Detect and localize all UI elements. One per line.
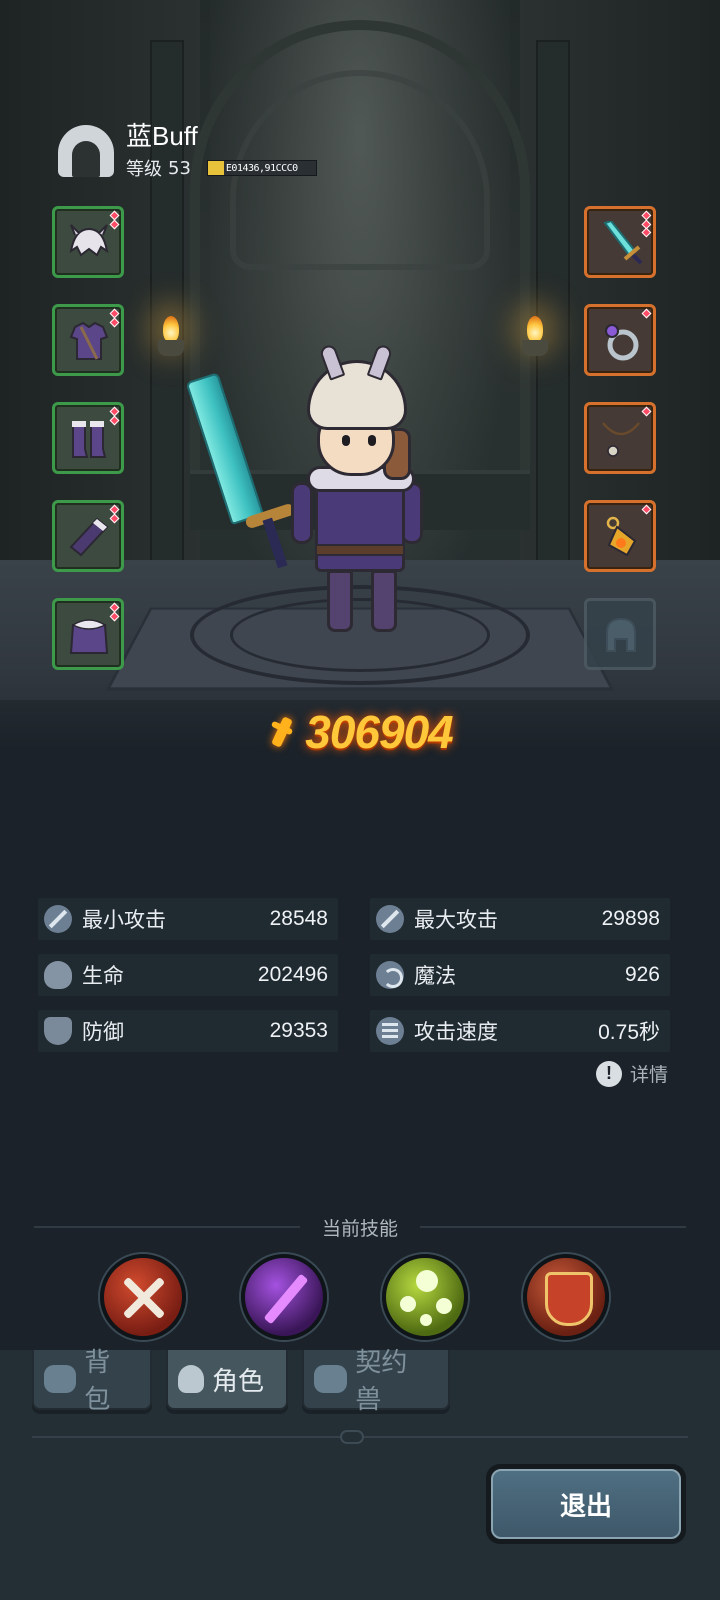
character-helmet [307, 343, 407, 430]
skill-slot-2[interactable] [241, 1254, 327, 1340]
equip-slot-mount[interactable] [584, 598, 656, 670]
stat-attack-speed: 攻击速度 0.75秒 [370, 1010, 670, 1052]
shield-crest-skill-icon [527, 1258, 605, 1336]
bottom-tabs: 背包 角色 契约兽 [32, 1348, 450, 1415]
details-button[interactable]: ! 详情 [595, 1060, 668, 1087]
min-attack-icon [44, 905, 72, 933]
boots-icon [72, 421, 107, 458]
torch-left-icon [154, 316, 188, 360]
player-header: 蓝Buff 等级 53 E01436,91CCC0 [56, 116, 317, 186]
armor-icon [69, 321, 109, 360]
mount-icon [606, 617, 636, 652]
ring-icon [605, 324, 639, 361]
tab-character[interactable]: 角色 [166, 1350, 288, 1410]
paw-icon [314, 1365, 348, 1393]
skills-title: 当前技能 [322, 1217, 399, 1240]
stats-panel: 最小攻击 28548 最大攻击 29898 生命 202496 魔法 926 防… [38, 898, 670, 1052]
attack-speed-icon [376, 1017, 404, 1045]
green-orbs-skill-icon [386, 1258, 464, 1336]
helmet-icon [69, 224, 109, 257]
amulet-icon [606, 516, 637, 557]
equip-slot-cape[interactable] [52, 598, 124, 670]
stat-max-attack: 最大攻击 29898 [370, 898, 670, 940]
skill-slot-4[interactable] [523, 1254, 609, 1340]
exp-fill [207, 161, 225, 175]
avatar-hood-icon[interactable] [56, 121, 116, 181]
equip-slot-amulet[interactable] [584, 500, 656, 572]
tab-contract-beast[interactable]: 契约兽 [302, 1348, 450, 1415]
magic-icon [376, 961, 404, 989]
player-character [185, 343, 435, 650]
equip-slot-necklace[interactable] [584, 402, 656, 474]
player-name: 蓝Buff [126, 121, 198, 151]
health-icon [44, 961, 72, 989]
crossed-axes-skill-icon [104, 1258, 182, 1336]
stat-health: 生命 202496 [38, 954, 338, 996]
details-label: 详情 [629, 1064, 668, 1086]
necklace-icon [602, 422, 640, 457]
equip-slot-armor[interactable] [52, 304, 124, 376]
equip-slot-boots[interactable] [52, 402, 124, 474]
exp-bar: E01436,91CCC0 [206, 160, 317, 176]
combat-power: 306904 [0, 700, 720, 764]
equip-slot-weapon[interactable] [584, 206, 656, 278]
stat-defense: 防御 29353 [38, 1010, 338, 1052]
gloves-icon [69, 517, 109, 557]
skill-slot-3[interactable] [382, 1254, 468, 1340]
defense-icon [44, 1017, 72, 1045]
exit-label: 退出 [559, 1491, 612, 1522]
sword-icon [603, 221, 643, 265]
torch-right-icon [518, 316, 552, 360]
exclamation-icon: ! [595, 1060, 622, 1087]
combat-power-value: 306904 [305, 706, 453, 758]
exit-button[interactable]: 退出 [486, 1464, 686, 1544]
exp-text: E01436,91CCC0 [225, 163, 298, 174]
divider-knot-icon [340, 1430, 364, 1444]
stat-magic: 魔法 926 [370, 954, 670, 996]
tab-bag[interactable]: 背包 [32, 1348, 152, 1415]
combat-power-sword-icon [267, 715, 297, 749]
equip-slot-helmet[interactable] [52, 206, 124, 278]
bag-icon [44, 1365, 77, 1393]
skill-slot-1[interactable] [100, 1254, 186, 1340]
skills-header: 当前技能 [34, 1212, 687, 1242]
equip-slot-ring[interactable] [584, 304, 656, 376]
purple-blade-skill-icon [245, 1258, 323, 1336]
max-attack-icon [376, 905, 404, 933]
stat-min-attack: 最小攻击 28548 [38, 898, 338, 940]
level-value: 53 [168, 157, 191, 179]
level-label: 等级 [126, 159, 162, 180]
bottom-divider [32, 1430, 688, 1444]
cape-icon [69, 619, 109, 654]
character-icon [178, 1365, 204, 1393]
equip-slot-gloves[interactable] [52, 500, 124, 572]
